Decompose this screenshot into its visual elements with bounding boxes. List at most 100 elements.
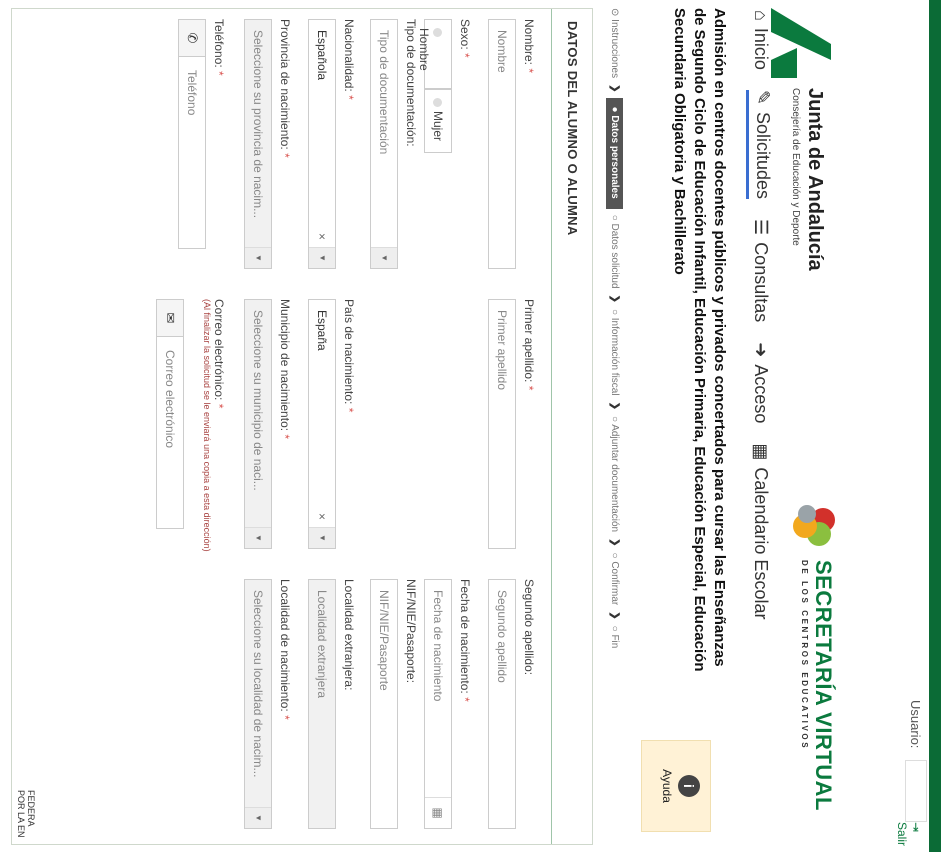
nav-item-consultas[interactable]: ☰ Consultas — [746, 219, 773, 322]
page-title: Admisión en centros docentes públicos y … — [671, 8, 728, 672]
segundo-apellido-label: Segundo apellido: — [522, 579, 536, 676]
secretaria-virtual-logo-icon — [793, 505, 835, 546]
calendar-icon[interactable]: ▦ — [425, 797, 451, 828]
list-icon: ☰ — [751, 219, 772, 236]
nav-item-inicio[interactable]: ⌂ Inicio — [746, 10, 773, 70]
nacionalidad-label: Nacionalidad: * — [342, 19, 356, 100]
chevron-down-icon: ▼ — [371, 247, 397, 268]
localidad-select[interactable]: Seleccione su localidad de nacim... ▼ — [244, 579, 272, 829]
chevron-right-icon: ❯ — [609, 294, 620, 303]
usuario-label: Usuario: — [908, 700, 923, 749]
usuario-field — [905, 760, 927, 822]
help-label: Ayuda — [660, 769, 674, 803]
sv-title: SECRETARÍA VIRTUAL — [811, 560, 836, 811]
page-canvas: Usuario: ⇥ Salir Junta de Andalucía Cons… — [0, 0, 941, 852]
brand-title: Junta de Andalucía — [804, 88, 826, 271]
chevron-down-icon: ▼ — [245, 527, 271, 548]
correo-placeholder: Correo electrónico — [163, 350, 177, 449]
top-green-bar — [929, 0, 941, 852]
phone-icon: ✆ — [179, 20, 205, 57]
sv-subtitle: DE LOS CENTROS EDUCATIVOS — [800, 560, 809, 751]
pais-value: España — [315, 310, 329, 351]
sexo-mujer-radio[interactable]: Mujer — [424, 89, 452, 153]
chevron-right-icon: ❯ — [609, 84, 620, 93]
telefono-placeholder: Teléfono — [185, 70, 199, 116]
wizard-steps: ⊙ Instrucciones ❯ ● Datos personales ○ D… — [606, 8, 623, 648]
step-fin: ○ Fin — [609, 625, 620, 649]
step-datos-personales[interactable]: ● Datos personales — [606, 98, 623, 209]
telefono-input[interactable]: ✆ Teléfono — [178, 19, 206, 249]
sexo-label: Sexo: * — [458, 19, 472, 58]
pais-select[interactable]: España × ▼ — [308, 299, 336, 549]
step-datos-solicitud: ○ Datos solicitud — [609, 214, 620, 289]
radio-dot-icon — [433, 28, 442, 37]
nav-item-calendario[interactable]: ▦ Calendario Escolar — [746, 443, 773, 619]
form-panel: DATOS DEL ALUMNO O ALUMNA Nombre: * Nomb… — [11, 8, 593, 845]
chevron-right-icon: ❯ — [609, 611, 620, 620]
nombre-label: Nombre: * — [522, 19, 536, 74]
chevron-down-icon: ▼ — [245, 807, 271, 828]
primer-apellido-input[interactable]: Primer apellido — [488, 299, 516, 549]
home-icon: ⌂ — [751, 10, 772, 21]
nav-label: Solicitudes — [753, 112, 773, 200]
nacionalidad-value: Española — [315, 30, 329, 81]
step-instrucciones[interactable]: ⊙ Instrucciones — [609, 8, 620, 78]
provincia-label: Provincia de nacimiento: * — [278, 19, 292, 158]
municipio-label: Municipio de nacimiento: * — [278, 299, 292, 440]
localidad-label: Localidad de nacimiento: * — [278, 579, 292, 720]
step-label: Fin — [609, 634, 620, 649]
nif-input[interactable]: NIF/NIE/Pasaporte — [370, 579, 398, 829]
nacionalidad-select[interactable]: Española × ▼ — [308, 19, 336, 269]
nav-label: Calendario Escolar — [751, 467, 772, 620]
localidad-extranjera-label: Localidad extranjera: — [342, 579, 356, 691]
step-adjuntar: ○ Adjuntar documentación — [609, 415, 620, 533]
salir-link[interactable]: ⇥ Salir — [895, 822, 923, 852]
nav-item-solicitudes[interactable]: ✎ Solicitudes — [746, 89, 773, 200]
panel-header: DATOS DEL ALUMNO O ALUMNA — [551, 9, 592, 844]
municipio-select[interactable]: Seleccione su municipio de naci... ▼ — [244, 299, 272, 549]
chevron-down-icon: ▼ — [309, 247, 335, 268]
step-label: Instrucciones — [609, 19, 620, 79]
localidad-placeholder: Seleccione su localidad de nacim... — [251, 590, 265, 778]
nav-label: Inicio — [751, 27, 772, 70]
footer-federa-text: FEDERA POR LA EN — [16, 790, 36, 838]
help-button[interactable]: i Ayuda — [641, 740, 711, 832]
correo-input[interactable]: ✉ Correo electrónico — [156, 299, 184, 529]
fecha-nacimiento-input[interactable]: Fecha de nacimiento ▦ — [424, 579, 452, 829]
nombre-input[interactable]: Nombre — [488, 19, 516, 269]
info-icon: i — [678, 775, 700, 797]
pais-label: País de nacimiento: * — [342, 299, 356, 413]
fecha-placeholder: Fecha de nacimiento — [431, 590, 445, 702]
provincia-select[interactable]: Seleccione su provincia de nacim... ▼ — [244, 19, 272, 269]
sexo-hombre-radio[interactable]: Hombre — [417, 19, 452, 89]
fed-line-1: FEDERA — [26, 790, 36, 827]
tipo-documentacion-label: Tipo de documentación: — [404, 19, 418, 147]
chevron-down-icon: ▼ — [245, 247, 271, 268]
municipio-placeholder: Seleccione su municipio de naci... — [251, 310, 265, 491]
step-label: Datos solicitud — [609, 223, 620, 289]
radio-dot-icon — [433, 98, 442, 107]
localidad-extranjera-input[interactable]: Localidad extranjera — [308, 579, 336, 829]
tipo-documentacion-select[interactable]: Tipo de documentación ▼ — [370, 19, 398, 269]
step-label: Información fiscal — [609, 317, 620, 396]
nav-item-acceso[interactable]: ➜ Acceso — [746, 342, 773, 423]
clear-icon[interactable]: × — [315, 233, 329, 240]
brand-block: Junta de Andalucía Consejería de Educaci… — [790, 88, 826, 271]
step-label: Adjuntar documentación — [609, 424, 620, 533]
nav-label: Consultas — [751, 242, 772, 323]
chevron-down-icon: ▼ — [309, 527, 335, 548]
main-nav: ⌂ Inicio ✎ Solicitudes ☰ Consultas ➜ Acc… — [746, 10, 773, 619]
secretaria-virtual-brand: SECRETARÍA VIRTUAL DE LOS CENTROS EDUCAT… — [800, 560, 836, 811]
nav-label: Acceso — [751, 364, 772, 424]
envelope-icon: ✉ — [157, 300, 183, 337]
clear-icon[interactable]: × — [315, 513, 329, 520]
salir-label: Salir — [895, 822, 909, 847]
segundo-apellido-input[interactable]: Segundo apellido — [488, 579, 516, 829]
fed-line-2: POR LA EN — [16, 790, 26, 838]
correo-note: (Al finalizar la solicitud se le enviará… — [202, 299, 212, 552]
nif-label: NIF/NIE/Pasaporte: — [404, 579, 418, 684]
brand-subtitle: Consejería de Educación y Deporte — [790, 88, 801, 246]
telefono-label: Teléfono: * — [212, 19, 226, 76]
step-informacion-fiscal: ○ Información fiscal — [609, 308, 620, 396]
correo-label: Correo electrónico: * — [212, 299, 226, 409]
